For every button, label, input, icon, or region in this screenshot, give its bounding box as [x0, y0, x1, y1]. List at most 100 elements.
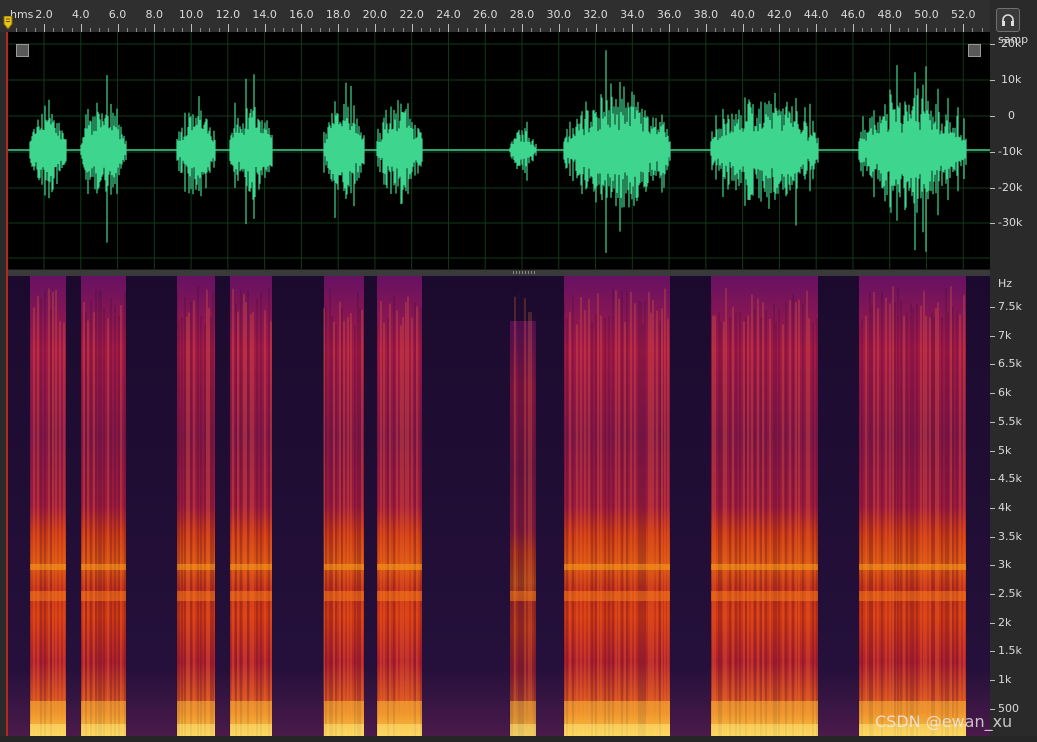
formant-band — [30, 564, 66, 570]
time-tick — [522, 24, 523, 32]
time-label: 18.0 — [325, 8, 351, 21]
time-label: 6.0 — [108, 8, 127, 21]
formant-band — [81, 564, 126, 570]
frequency-label: 7.5k — [998, 300, 1022, 313]
frequency-tick — [990, 393, 995, 395]
frequency-tick — [990, 594, 995, 595]
waveform-panel[interactable] — [8, 32, 990, 269]
time-tick — [191, 24, 193, 32]
time-label: 48.0 — [877, 8, 902, 21]
formant-band — [711, 724, 818, 736]
formant-band — [510, 724, 536, 736]
time-tick — [338, 24, 340, 32]
time-label: 26.0 — [472, 8, 498, 21]
frequency-tick — [990, 335, 995, 337]
time-tick — [705, 24, 707, 32]
frequency-label: 3k — [998, 558, 1012, 572]
formant-band — [510, 591, 536, 601]
time-tick — [963, 24, 965, 32]
frequency-tick — [990, 364, 995, 366]
zoom-corner-right-icon[interactable] — [968, 44, 981, 57]
time-label: 4.0 — [72, 8, 90, 21]
time-label: 38.0 — [693, 8, 719, 21]
formant-band — [711, 591, 818, 601]
formant-band — [377, 724, 422, 736]
frequency-label: 3.5k — [998, 529, 1022, 543]
time-label: 14.0 — [252, 8, 277, 21]
frequency-tick — [990, 708, 995, 710]
waveform-graph — [8, 32, 990, 269]
time-unit-label: hms — [10, 8, 34, 21]
frequency-tick — [990, 450, 995, 452]
time-tick — [889, 24, 891, 32]
amplitude-label: 10k — [1001, 73, 1022, 86]
formant-band — [564, 564, 670, 570]
time-label: 30.0 — [546, 8, 572, 21]
time-label: 36.0 — [656, 8, 682, 21]
spectrogram-panel[interactable] — [8, 276, 990, 736]
frequency-label: 2.5k — [998, 587, 1022, 600]
frequency-label: 4k — [998, 500, 1012, 514]
formant-band — [564, 591, 670, 601]
playhead-marker-icon[interactable] — [3, 16, 13, 30]
time-tick — [742, 24, 744, 32]
time-label: 44.0 — [803, 8, 829, 21]
time-label: 50.0 — [914, 8, 939, 21]
formant-band — [30, 591, 66, 601]
amplitude-label: -10k — [998, 145, 1023, 158]
time-tick — [301, 24, 303, 32]
formant-band — [377, 591, 422, 601]
frequency-tick — [990, 307, 995, 308]
time-tick — [779, 24, 781, 32]
time-tick — [595, 24, 597, 32]
time-tick — [448, 24, 450, 32]
time-tick — [44, 24, 45, 32]
time-label: 28.0 — [509, 8, 535, 21]
amplitude-tick — [990, 80, 995, 81]
time-tick — [154, 24, 156, 32]
formant-band — [177, 591, 215, 601]
formant-band — [324, 591, 364, 601]
formant-band — [711, 564, 818, 570]
formant-band — [324, 564, 364, 570]
frequency-ruler: Hz 7.5k 7k 6.5k 6k 5.5k 5k 4.5k 4k 3.5k 3k 2.5k 2k 1… — [990, 275, 1037, 742]
time-label: 10.0 — [178, 8, 204, 21]
frequency-tick — [990, 536, 995, 538]
amplitude-label: 20k — [1001, 37, 1022, 50]
frequency-tick — [990, 622, 995, 624]
time-label: 22.0 — [399, 8, 424, 21]
headphone-icon[interactable] — [996, 8, 1020, 32]
time-tick — [852, 24, 854, 32]
time-label: 46.0 — [840, 8, 866, 21]
frequency-label: 1.5k — [998, 644, 1022, 658]
headphone-glyph-icon — [1002, 14, 1014, 26]
time-tick — [485, 24, 487, 32]
time-ruler[interactable]: hms 2.0 4.0 6.0 8.0 10.0 12.0 14.0 16.0 18.0 20.0… — [0, 0, 990, 33]
frequency-label: 5k — [998, 443, 1012, 457]
time-label: 8.0 — [145, 8, 164, 21]
time-label: 32.0 — [583, 8, 608, 21]
frequency-tick — [990, 421, 995, 423]
formant-band — [859, 591, 966, 601]
amplitude-tick — [990, 188, 995, 189]
formant-band — [377, 564, 422, 570]
time-label: 40.0 — [730, 8, 755, 21]
time-tick — [264, 24, 266, 32]
time-tick — [558, 24, 560, 32]
divider-grip-icon[interactable] — [513, 271, 537, 274]
time-label: 34.0 — [620, 8, 645, 21]
frequency-label: 6.5k — [998, 357, 1022, 371]
spectrogram-graph — [8, 276, 990, 736]
time-tick — [632, 24, 634, 32]
speech-segment — [711, 276, 818, 736]
speech-segment — [30, 276, 66, 736]
time-tick — [80, 24, 82, 32]
frequency-label: 2k — [998, 615, 1012, 629]
time-label: 20.0 — [362, 8, 388, 21]
formant-band — [230, 591, 272, 601]
frequency-tick — [990, 565, 995, 567]
zoom-corner-left-icon[interactable] — [16, 44, 29, 57]
formant-band — [859, 564, 966, 570]
frequency-tick — [990, 507, 995, 509]
frequency-unit: Hz — [998, 277, 1013, 290]
